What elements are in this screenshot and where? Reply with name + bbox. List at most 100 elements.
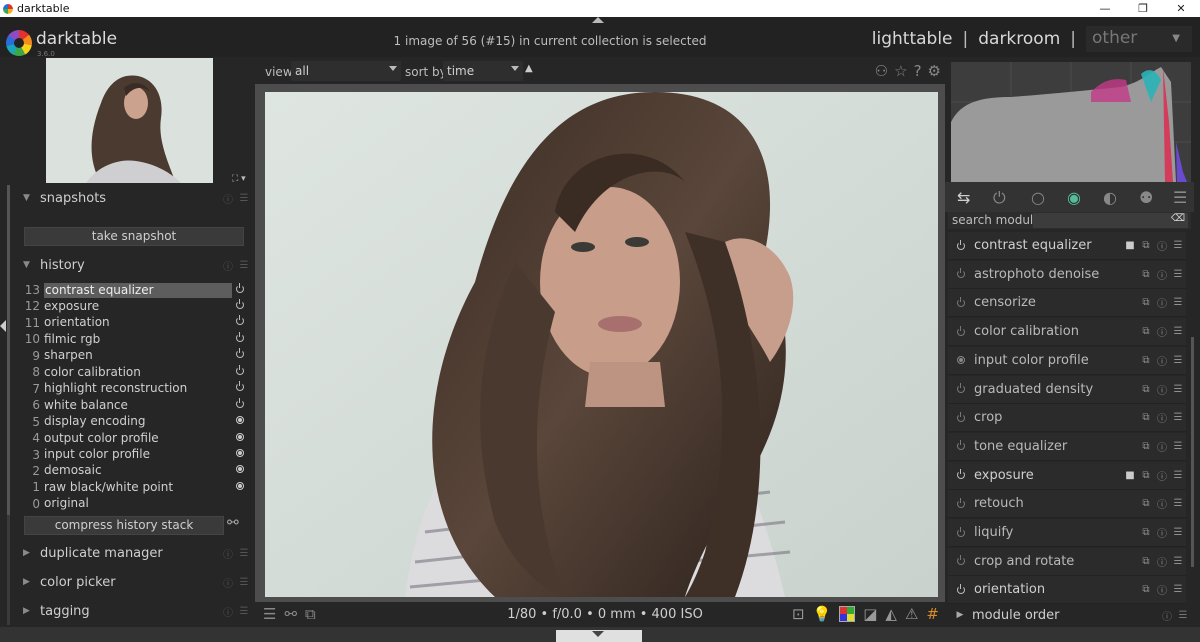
presets-icon[interactable]: ☰: [1170, 384, 1186, 395]
module-header[interactable]: censorize ⧉ ⓘ ☰: [948, 289, 1186, 318]
multi-instance-icon[interactable]: ⧉: [1138, 269, 1154, 280]
mask-icon[interactable]: ■: [1122, 470, 1138, 481]
always-on-icon[interactable]: [948, 356, 974, 365]
presets-icon[interactable]: ☰: [236, 606, 252, 617]
module-header[interactable]: liquify ⧉ ⓘ ☰: [948, 519, 1186, 547]
multi-instance-icon[interactable]: ⧉: [1138, 584, 1154, 595]
multi-instance-icon[interactable]: ⧉: [1138, 527, 1154, 538]
reset-icon[interactable]: ⓘ: [220, 604, 236, 619]
reset-icon[interactable]: ⓘ: [1154, 439, 1170, 454]
create-style-icon[interactable]: ⚯: [227, 515, 239, 531]
multi-instance-icon[interactable]: ⧉: [1138, 498, 1154, 509]
snapshots-section-header[interactable]: ▼ snapshots ⓘ ☰: [12, 186, 252, 210]
reset-icon[interactable]: ⓘ: [1154, 468, 1170, 483]
color-picker-section-header[interactable]: ▶ color picker ⓘ ☰: [12, 570, 252, 594]
history-item[interactable]: 6 white balance: [22, 397, 248, 413]
multi-instance-icon[interactable]: ⧉: [1138, 556, 1154, 567]
power-icon[interactable]: [948, 268, 974, 279]
base-group-icon[interactable]: ○: [1031, 188, 1045, 207]
collapse-left-arrow-icon[interactable]: [0, 320, 6, 332]
module-order-header[interactable]: ▶ module order ⓘ ☰: [948, 605, 1191, 625]
styles-icon[interactable]: ⚯: [284, 605, 297, 623]
tagging-section-header[interactable]: ▶ tagging ⓘ ☰: [12, 599, 252, 623]
history-item[interactable]: 4 output color profile: [22, 430, 248, 446]
reset-icon[interactable]: ⓘ: [1154, 238, 1170, 253]
module-header[interactable]: orientation ⧉ ⓘ ☰: [948, 576, 1186, 605]
maximize-button[interactable]: ❐: [1124, 0, 1162, 17]
reset-icon[interactable]: ⓘ: [1154, 382, 1170, 397]
effect-group-icon[interactable]: ⚉: [1139, 188, 1153, 207]
presets-icon[interactable]: ☰: [1170, 527, 1186, 538]
star-icon[interactable]: ☆: [894, 62, 907, 80]
history-item[interactable]: 12 exposure: [22, 298, 248, 314]
reset-icon[interactable]: ⓘ: [1154, 324, 1170, 339]
gamut-check-icon[interactable]: ◪: [863, 605, 877, 623]
reset-icon[interactable]: ⓘ: [220, 575, 236, 590]
multi-instance-icon[interactable]: ⧉: [1138, 326, 1154, 337]
histogram[interactable]: [951, 62, 1191, 182]
presets-icon[interactable]: ☰: [1170, 412, 1186, 423]
compress-history-button[interactable]: compress history stack: [24, 516, 224, 535]
reset-icon[interactable]: ⓘ: [220, 258, 236, 273]
multi-instance-icon[interactable]: ⧉: [1138, 441, 1154, 452]
module-header[interactable]: crop and rotate ⧉ ⓘ ☰: [948, 547, 1186, 576]
power-icon[interactable]: [948, 440, 974, 451]
history-item[interactable]: 1 raw black/white point: [22, 479, 248, 495]
presets-icon[interactable]: ☰: [1170, 297, 1186, 308]
collapse-top-arrow-icon[interactable]: [592, 17, 604, 23]
reset-icon[interactable]: ⓘ: [1154, 410, 1170, 425]
reset-icon[interactable]: ⓘ: [1154, 582, 1170, 597]
sort-order-icon[interactable]: ▲: [525, 63, 533, 74]
zoom-fit-icon[interactable]: ⛶ ▾: [232, 174, 246, 184]
collapse-bottom-arrow-icon[interactable]: [592, 631, 604, 637]
power-icon[interactable]: [948, 296, 974, 307]
history-item[interactable]: 5 display encoding: [22, 414, 248, 430]
raw-overexposed-icon[interactable]: ◭: [885, 605, 897, 623]
power-icon[interactable]: [948, 555, 974, 566]
history-item[interactable]: 2 demosaic: [22, 463, 248, 479]
reset-icon[interactable]: ⓘ: [1154, 496, 1170, 511]
color-labels-icon[interactable]: ⚇: [875, 62, 888, 80]
module-header[interactable]: tone equalizer ⧉ ⓘ ☰: [948, 432, 1186, 461]
second-window-icon[interactable]: ⧉: [305, 605, 316, 623]
multi-instance-icon[interactable]: ⧉: [1138, 384, 1154, 395]
power-icon[interactable]: [948, 469, 974, 480]
search-module-input[interactable]: [1033, 213, 1188, 228]
duplicate-manager-section-header[interactable]: ▶ duplicate manager ⓘ ☰: [12, 541, 252, 565]
main-image[interactable]: [265, 92, 938, 597]
reset-icon[interactable]: ⓘ: [1154, 295, 1170, 310]
take-snapshot-button[interactable]: take snapshot: [24, 227, 244, 246]
power-icon[interactable]: [948, 583, 974, 594]
reset-icon[interactable]: ⓘ: [1154, 525, 1170, 540]
history-item[interactable]: 10 filmic rgb: [22, 331, 248, 347]
left-scrollbar[interactable]: [7, 185, 10, 515]
navigation-thumbnail[interactable]: [46, 58, 213, 183]
module-header[interactable]: exposure ■ ⧉ ⓘ ☰: [948, 461, 1186, 490]
history-section-header[interactable]: ▼ history ⓘ ☰: [12, 253, 252, 277]
focus-peaking-icon[interactable]: ⊡: [792, 605, 805, 623]
power-icon[interactable]: [948, 325, 974, 336]
presets-icon[interactable]: ☰: [1170, 326, 1186, 337]
history-item[interactable]: 11 orientation: [22, 315, 248, 331]
clear-search-icon[interactable]: ⌫: [1171, 213, 1185, 224]
clipping-warning-icon[interactable]: ⚠: [905, 605, 918, 623]
power-icon[interactable]: [948, 497, 974, 508]
reset-icon[interactable]: ⓘ: [1154, 267, 1170, 282]
presets-icon[interactable]: ☰: [1170, 584, 1186, 595]
module-header[interactable]: crop ⧉ ⓘ ☰: [948, 404, 1186, 433]
minimize-button[interactable]: —: [1086, 0, 1124, 17]
presets-icon[interactable]: ☰: [1170, 240, 1186, 251]
softproof-icon[interactable]: [839, 606, 856, 622]
presets-icon[interactable]: ☰: [1170, 498, 1186, 509]
view-lighttable[interactable]: lighttable: [872, 29, 953, 49]
presets-icon[interactable]: ☰: [236, 548, 252, 559]
history-item[interactable]: 3 input color profile: [22, 447, 248, 463]
view-other-dropdown[interactable]: other ▼: [1086, 26, 1192, 52]
module-header[interactable]: input color profile ⧉ ⓘ ☰: [948, 346, 1186, 375]
history-item[interactable]: 7 highlight reconstruction: [22, 381, 248, 397]
presets-icon[interactable]: ☰: [1170, 355, 1186, 366]
module-header[interactable]: astrophoto denoise ⧉ ⓘ ☰: [948, 260, 1186, 289]
module-header[interactable]: color calibration ⧉ ⓘ ☰: [948, 318, 1186, 347]
quick-access-presets-icon[interactable]: ☰: [263, 605, 276, 623]
guides-icon[interactable]: #: [926, 605, 939, 623]
